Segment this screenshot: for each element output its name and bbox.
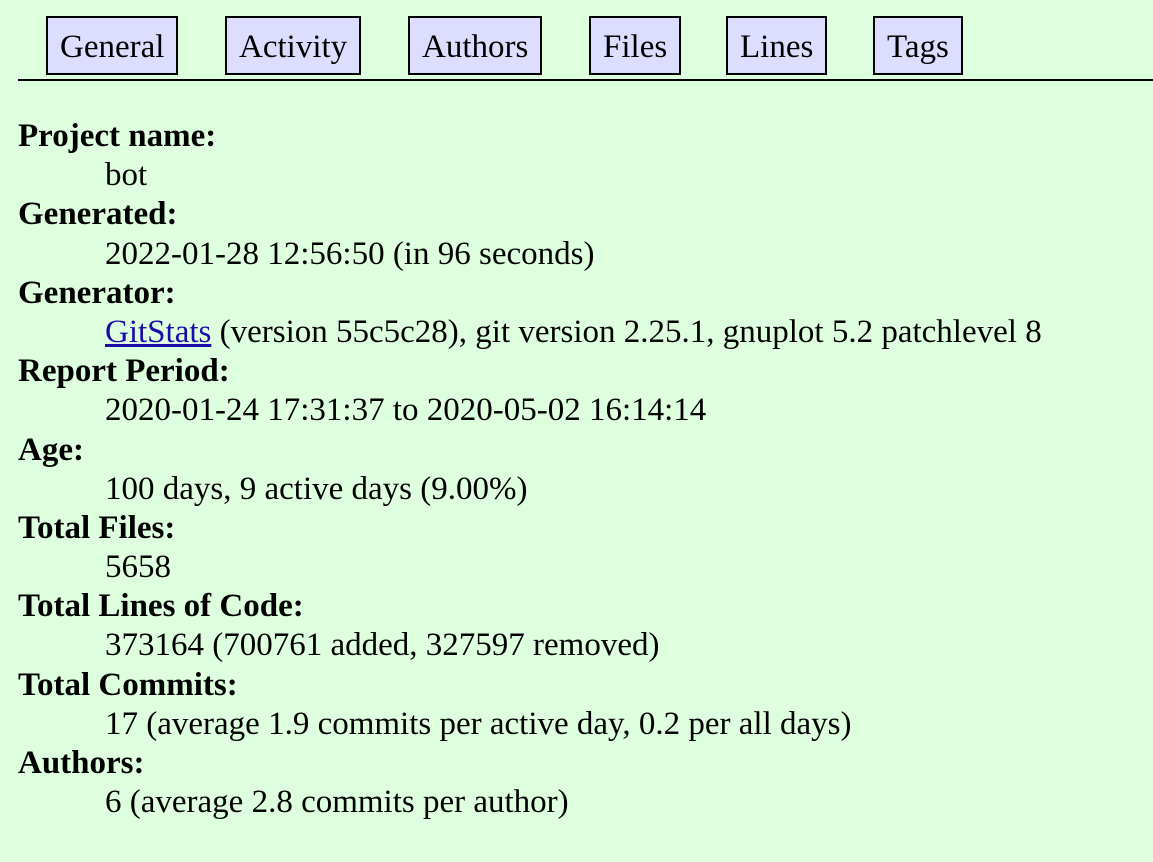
gitstats-link[interactable]: GitStats — [105, 314, 211, 350]
tab-activity[interactable]: Activity — [225, 16, 362, 75]
general-stats-list: Project name: bot Generated: 2022-01-28 … — [18, 117, 1138, 822]
tab-authors[interactable]: Authors — [408, 16, 543, 75]
total-files-label: Total Files: — [18, 509, 176, 546]
total-commits-value: 17 (average 1.9 commits per active day, … — [105, 705, 852, 742]
generated-label: Generated: — [18, 196, 178, 233]
authors-value: 6 (average 2.8 commits per author) — [105, 784, 569, 821]
project-name-label: Project name: — [18, 118, 217, 154]
generator-label: Generator: — [18, 274, 176, 311]
tab-files[interactable]: Files — [589, 16, 682, 75]
main-nav: General Activity Authors Files Lines Tag… — [18, 0, 1153, 81]
age-label: Age: — [18, 431, 84, 468]
total-lines-value: 373164 (700761 added, 327597 removed) — [105, 627, 660, 664]
gitstats-page: General Activity Authors Files Lines Tag… — [0, 0, 1153, 862]
tab-general[interactable]: General — [46, 16, 179, 75]
generator-value: GitStats (version 55c5c28), git version … — [105, 313, 1138, 352]
generator-version-text: (version 55c5c28), git version 2.25.1, g… — [211, 313, 1042, 350]
authors-label: Authors: — [18, 745, 145, 781]
report-period-value: 2020-01-24 17:31:37 to 2020-05-02 16:14:… — [105, 392, 707, 429]
age-value: 100 days, 9 active days (9.00%) — [105, 470, 528, 507]
report-period-label: Report Period: — [18, 353, 230, 390]
tab-tags[interactable]: Tags — [873, 16, 963, 75]
total-commits-label: Total Commits: — [18, 666, 238, 703]
tab-lines[interactable]: Lines — [726, 16, 828, 75]
total-lines-label: Total Lines of Code: — [18, 588, 304, 625]
project-name-value: bot — [105, 157, 148, 194]
generated-value: 2022-01-28 12:56:50 (in 96 seconds) — [105, 235, 595, 272]
total-files-value: 5658 — [105, 549, 171, 586]
